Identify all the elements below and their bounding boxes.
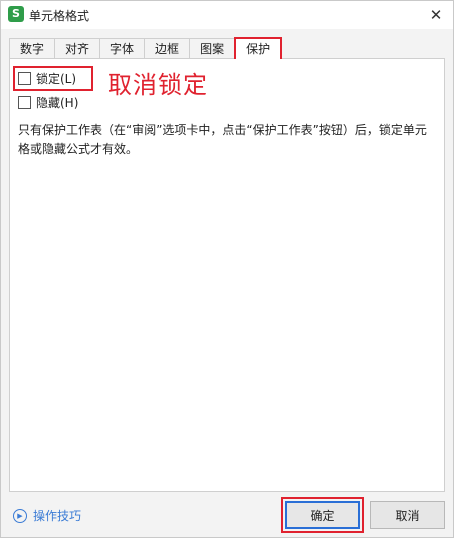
hidden-label: 隐藏(H) [36, 95, 79, 110]
hidden-option[interactable]: 隐藏(H) [18, 93, 78, 111]
ok-button[interactable]: 确定 [285, 501, 360, 529]
title-bar: S 单元格格式 ✕ [1, 1, 453, 29]
lock-option[interactable]: 锁定(L) [18, 69, 76, 87]
tab-border[interactable]: 边框 [144, 38, 191, 59]
protection-panel: 锁定(L) 取消锁定 隐藏(H) 只有保护工作表（在“审阅”选项卡中，点击“保护… [9, 58, 445, 492]
tab-font[interactable]: 字体 [99, 38, 146, 59]
lock-checkbox[interactable] [18, 71, 31, 85]
tab-bar: 数字 对齐 字体 边框 图案 保护 [9, 37, 283, 59]
annotation-unlock: 取消锁定 [108, 71, 208, 99]
tips-label: 操作技巧 [33, 509, 82, 523]
tab-protection[interactable]: 保护 [234, 37, 283, 59]
tab-alignment[interactable]: 对齐 [54, 38, 101, 59]
tab-pattern[interactable]: 图案 [189, 38, 236, 59]
play-circle-icon: ▶ [13, 508, 27, 523]
cell-format-dialog: S 单元格格式 ✕ 数字 对齐 字体 边框 图案 保护 锁定(L) 取消锁定 隐… [0, 0, 454, 538]
tips-link[interactable]: ▶ 操作技巧 [13, 507, 81, 524]
close-icon[interactable]: ✕ [425, 4, 447, 26]
cancel-button[interactable]: 取消 [370, 501, 445, 529]
tab-number[interactable]: 数字 [9, 38, 56, 59]
spreadsheet-app-icon: S [8, 6, 24, 22]
ok-highlight-frame: 确定 [281, 497, 364, 533]
hidden-checkbox[interactable] [18, 95, 31, 109]
lock-label: 锁定(L) [36, 71, 77, 86]
cancel-wrapper: 取消 [370, 501, 445, 529]
protection-description: 只有保护工作表（在“审阅”选项卡中，点击“保护工作表”按钮）后，锁定单元格或隐藏… [18, 123, 427, 156]
dialog-title: 单元格格式 [29, 9, 90, 23]
